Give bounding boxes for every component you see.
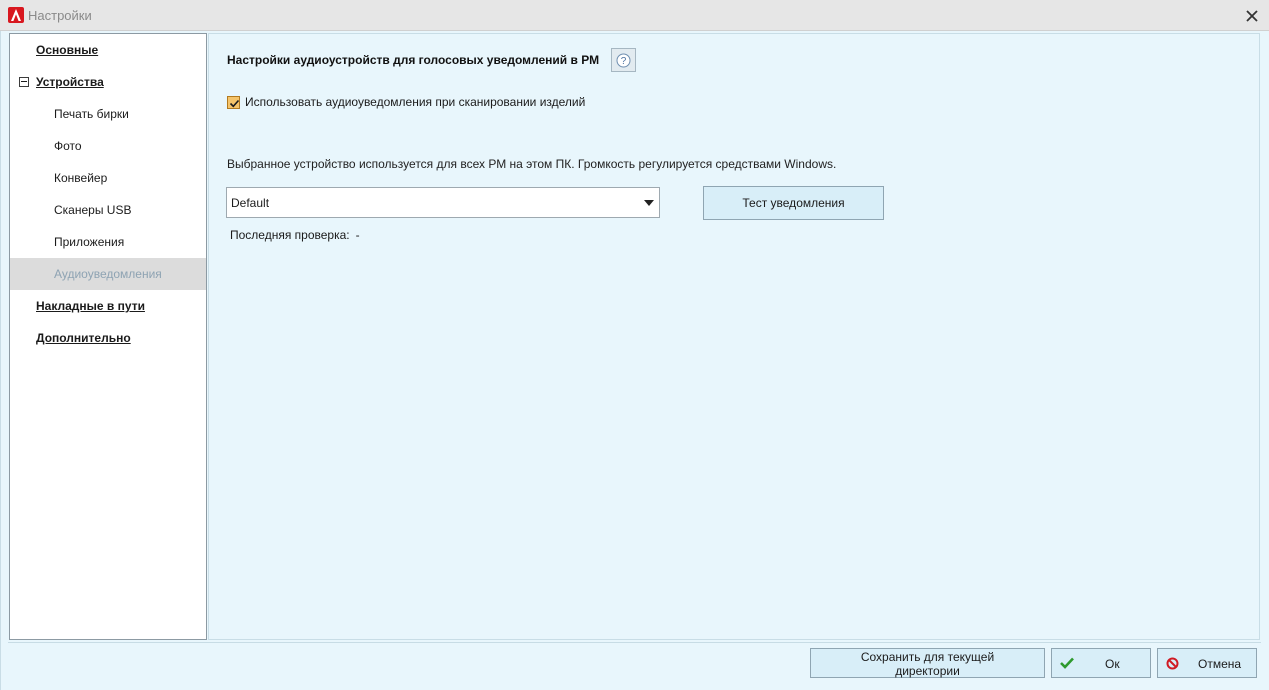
last-check-row: Последняя проверка: - [230, 228, 360, 242]
section-title: Настройки аудиоустройств для голосовых у… [227, 53, 600, 67]
nav-item-skanery-usb[interactable]: Сканеры USB [10, 194, 206, 226]
nav-item-label: Основные [36, 43, 99, 57]
device-info-text: Выбранное устройство используется для вс… [227, 157, 837, 171]
audio-device-select-value: Default [231, 196, 270, 210]
svg-text:?: ? [621, 56, 627, 67]
use-audio-checkbox-label: Использовать аудиоуведомления при сканир… [245, 95, 586, 109]
checkmark-icon [229, 99, 240, 107]
ok-button-label: Ок [1105, 657, 1120, 671]
settings-nav-tree: Основные Устройства Печать бирки Фото Ко… [9, 33, 207, 640]
close-button[interactable] [1239, 4, 1265, 28]
test-notification-button-label: Тест уведомления [742, 196, 845, 210]
last-check-value: - [355, 228, 360, 242]
window-title: Настройки [28, 8, 92, 23]
cancel-icon [1166, 657, 1179, 670]
nav-item-label: Фото [54, 139, 82, 153]
cancel-button-label: Отмена [1198, 657, 1242, 671]
test-notification-button[interactable]: Тест уведомления [703, 186, 884, 220]
dropdown-arrow-icon [644, 200, 654, 206]
nav-item-label: Конвейер [54, 171, 108, 185]
help-button[interactable]: ? [611, 48, 636, 72]
collapse-minus-icon[interactable] [19, 77, 29, 87]
audio-device-select[interactable]: Default [226, 187, 660, 218]
ok-button[interactable]: Ок [1051, 648, 1151, 678]
save-for-directory-button[interactable]: Сохранить для текущей директории [810, 648, 1045, 678]
footer-divider [8, 642, 1261, 643]
title-bar: Настройки [0, 0, 1269, 31]
nav-item-dopolnitelno[interactable]: Дополнительно [10, 322, 206, 354]
use-audio-checkbox-row[interactable]: Использовать аудиоуведомления при сканир… [227, 94, 585, 110]
app-logo-icon [8, 7, 24, 23]
checkmark-icon [1060, 657, 1074, 669]
nav-item-nakladnye-v-puti[interactable]: Накладные в пути [10, 290, 206, 322]
nav-item-label: Сканеры USB [54, 203, 132, 217]
nav-item-label: Устройства [36, 75, 104, 89]
nav-item-label: Дополнительно [36, 331, 131, 345]
use-audio-checkbox[interactable] [227, 95, 240, 109]
question-circle-icon: ? [616, 53, 631, 67]
nav-item-pechat-birki[interactable]: Печать бирки [10, 98, 206, 130]
nav-item-label: Приложения [54, 235, 125, 249]
settings-content-panel: Настройки аудиоустройств для голосовых у… [208, 33, 1260, 640]
nav-item-label: Накладные в пути [36, 299, 145, 313]
nav-item-prilozheniya[interactable]: Приложения [10, 226, 206, 258]
nav-item-label: Аудиоуведомления [54, 267, 162, 281]
nav-item-label: Печать бирки [54, 107, 129, 121]
nav-item-ustroystva[interactable]: Устройства [10, 66, 206, 98]
nav-item-konveyer[interactable]: Конвейер [10, 162, 206, 194]
save-for-directory-label: Сохранить для текущей директории [860, 649, 995, 678]
cancel-button[interactable]: Отмена [1157, 648, 1257, 678]
nav-item-foto[interactable]: Фото [10, 130, 206, 162]
nav-item-audiouvedomleniya[interactable]: Аудиоуведомления [10, 258, 206, 290]
last-check-label: Последняя проверка: [230, 228, 350, 242]
close-icon [1246, 10, 1258, 22]
nav-item-osnovnye[interactable]: Основные [10, 34, 206, 66]
